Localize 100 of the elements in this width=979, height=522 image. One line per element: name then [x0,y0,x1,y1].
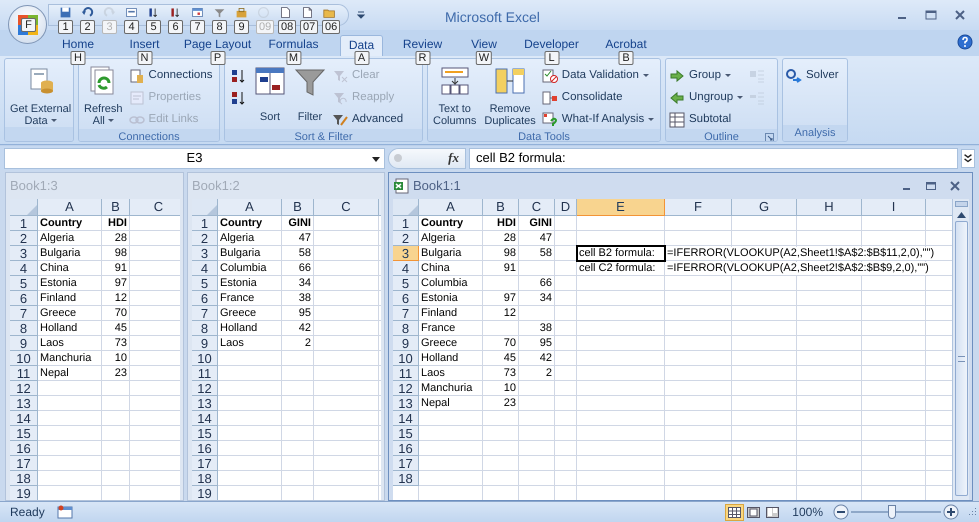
row-header[interactable]: 13 [393,396,419,411]
column-header[interactable]: I [862,199,926,216]
row-header[interactable]: 9 [10,336,38,351]
column-header[interactable]: A [38,199,102,216]
ribbon-button[interactable]: What-If Analysis [542,110,654,129]
ribbon-button[interactable]: Connections [128,66,212,85]
dialog-launcher-icon[interactable] [765,133,774,141]
row-header[interactable]: 1 [192,216,218,231]
row-header[interactable]: 1 [393,216,419,231]
row-header[interactable]: 2 [10,231,38,246]
formula-field[interactable]: cell B2 formula: [469,148,958,168]
close-icon[interactable] [955,10,965,20]
customize-toolbar-icon[interactable] [357,11,365,19]
row-header[interactable]: 14 [10,411,38,426]
row-header[interactable]: 15 [10,426,38,441]
chart-icon[interactable] [191,6,204,19]
row-header[interactable]: 10 [192,351,218,366]
ribbon-button[interactable]: Sort [252,61,288,129]
row-header[interactable]: 2 [192,231,218,246]
row-header[interactable]: 7 [192,306,218,321]
row-header[interactable]: 19 [10,486,38,500]
normal-view-button[interactable] [725,504,744,520]
slider-thumb[interactable] [888,505,896,519]
row-header[interactable]: 14 [192,411,218,426]
ribbon-button[interactable]: Text to Columns [431,61,478,129]
maximize-icon[interactable] [925,10,937,20]
undo-icon[interactable] [81,6,94,19]
row-header[interactable]: 5 [393,276,419,291]
row-header[interactable]: 18 [10,471,38,486]
document-icon[interactable] [301,6,314,19]
column-header[interactable]: G [732,199,797,216]
briefcase-icon[interactable] [235,6,248,19]
row-header[interactable]: 16 [10,441,38,456]
scroll-up-icon[interactable] [956,212,966,218]
row-header[interactable]: 4 [192,261,218,276]
sort-descending-icon[interactable] [169,6,182,19]
zoom-out-icon[interactable] [833,504,849,520]
vertical-scrollbar[interactable] [952,199,969,500]
column-header[interactable]: A [218,199,282,216]
ribbon-button[interactable]: Subtotal [669,110,744,129]
row-header[interactable]: 13 [10,396,38,411]
row-header[interactable]: 13 [192,396,218,411]
row-header[interactable]: 8 [192,321,218,336]
column-header[interactable]: B [282,199,314,216]
row-header[interactable]: 16 [192,441,218,456]
row-header[interactable]: 16 [393,441,419,456]
active-cell-border[interactable]: cell B2 formula: [577,246,665,261]
row-header[interactable]: 7 [10,306,38,321]
ribbon-button[interactable]: Group [669,66,744,85]
row-header[interactable]: 6 [192,291,218,306]
row-header[interactable]: 11 [393,366,419,381]
row-header[interactable]: 3 [393,246,419,261]
row-header[interactable]: 4 [393,261,419,276]
row-header[interactable]: 1 [10,216,38,231]
row-header[interactable]: 15 [192,426,218,441]
column-header[interactable]: C [130,199,180,216]
column-header[interactable]: A [419,199,483,216]
row-header[interactable]: 18 [393,471,419,486]
column-header[interactable]: C [314,199,379,216]
row-header[interactable]: 5 [192,276,218,291]
row-header[interactable]: 14 [393,411,419,426]
column-header[interactable]: F [665,199,732,216]
row-header[interactable]: 12 [393,381,419,396]
row-header[interactable]: 8 [10,321,38,336]
row-header[interactable]: 9 [393,336,419,351]
row-header[interactable]: 3 [192,246,218,261]
ribbon-button[interactable]: Get External Data [8,61,73,127]
row-header[interactable]: 19 [192,486,218,500]
expand-icon[interactable] [961,148,975,168]
row-header[interactable]: 6 [10,291,38,306]
row-header[interactable]: 2 [393,231,419,246]
zoom-level[interactable]: 100% [792,503,823,521]
save-icon[interactable] [59,6,72,19]
ribbon-button[interactable]: Solver [786,66,839,85]
row-header[interactable]: 9 [192,336,218,351]
row-header[interactable]: 15 [393,426,419,441]
close-icon[interactable] [950,181,960,191]
row-header[interactable]: 5 [10,276,38,291]
column-header[interactable]: B [102,199,130,216]
row-header[interactable]: 6 [393,291,419,306]
ribbon-button[interactable]: Consolidate [542,88,654,107]
ribbon-button[interactable]: Data Validation [542,66,654,85]
row-header[interactable]: 10 [10,351,38,366]
column-header[interactable]: E [577,199,665,216]
help-icon[interactable] [957,34,973,50]
form-icon[interactable] [125,6,138,19]
name-box[interactable]: E3 [4,148,385,168]
row-header[interactable]: 12 [192,381,218,396]
record-macro-icon[interactable] [56,505,73,519]
insert-function-button[interactable]: fx [448,148,459,168]
row-header[interactable]: 10 [393,351,419,366]
row-header[interactable]: 3 [10,246,38,261]
column-header[interactable]: H [797,199,862,216]
row-header[interactable]: 7 [393,306,419,321]
zoom-slider[interactable] [851,505,941,519]
restore-icon[interactable] [926,181,936,191]
ribbon-button[interactable]: Advanced [332,110,404,129]
column-header[interactable]: B [483,199,519,216]
zoom-in-icon[interactable] [943,504,959,520]
row-header[interactable]: 4 [10,261,38,276]
